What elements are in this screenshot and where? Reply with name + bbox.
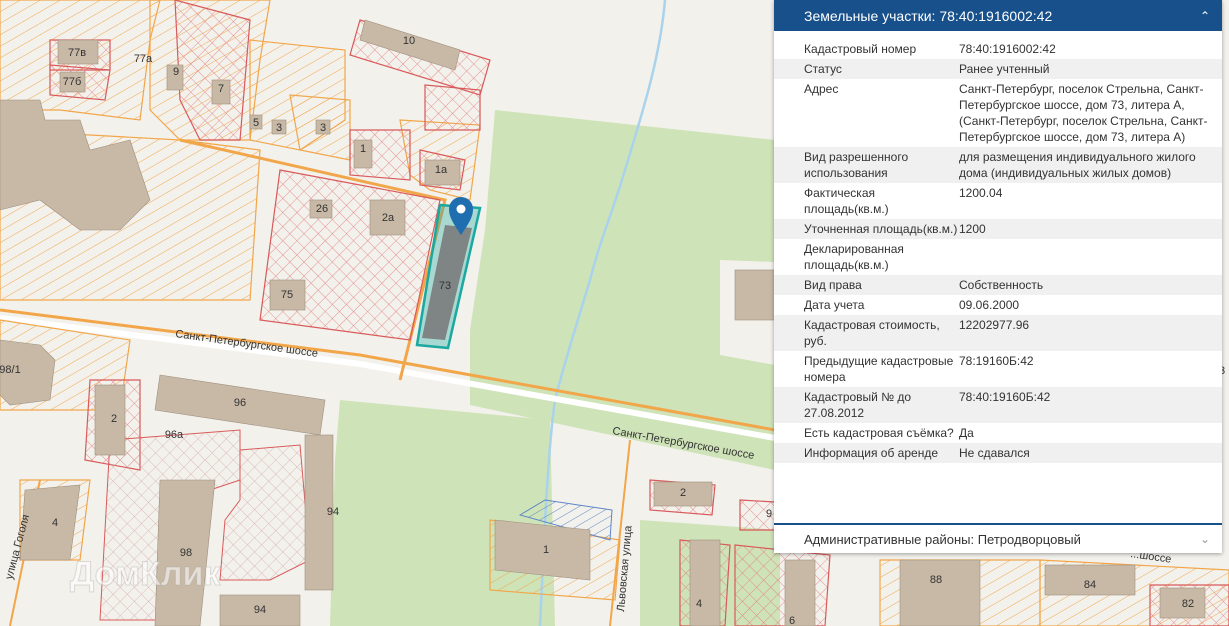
building-number: 94 <box>254 604 266 616</box>
building-number: 2 <box>111 413 117 425</box>
building-number: 75 <box>281 289 293 301</box>
building-number: 96 <box>234 397 246 409</box>
attribute-value: 1200 <box>959 222 986 236</box>
attribute-value: Санкт-Петербург, поселок Стрельна, Санкт… <box>959 82 1208 144</box>
panel-header[interactable]: Земельные участки: 78:40:1916002:42 ⌃ <box>774 0 1222 31</box>
panel-title: Земельные участки: 78:40:1916002:42 <box>804 7 1053 24</box>
info-panel: Земельные участки: 78:40:1916002:42 ⌃ Ка… <box>774 0 1222 553</box>
building-number: 88 <box>930 574 942 586</box>
building-number: 1 <box>543 544 549 556</box>
building-number: 1а <box>435 164 448 176</box>
attribute-key: Статус <box>804 62 842 76</box>
building-number: 96а <box>165 429 184 441</box>
attribute-value: для размещения индивидуального жилого до… <box>959 150 1196 180</box>
attribute-value: Ранее учтенный <box>959 62 1050 76</box>
attribute-row: Информация об аренде Не сдавался <box>774 443 1222 463</box>
attribute-key: Кадастровый № до 27.08.2012 <box>804 390 912 420</box>
attribute-key: Дата учета <box>804 298 865 312</box>
building-number: 10 <box>403 35 415 47</box>
attribute-row: Кадастровая стоимость, руб. 12202977.96 <box>774 315 1222 351</box>
building-number: 6 <box>789 615 795 626</box>
attribute-key: Предыдущие кадастровые номера <box>804 354 954 384</box>
attribute-row: Статус Ранее учтенный <box>774 59 1222 79</box>
panel-footer[interactable]: Административные районы: Петродворцовый … <box>774 523 1222 553</box>
building-number: 77б <box>63 76 82 88</box>
attribute-key: Информация об аренде <box>804 446 939 460</box>
attribute-row: Дата учета 09.06.2000 <box>774 295 1222 315</box>
building-number: 94 <box>327 506 339 518</box>
attribute-key: Есть кадастровая съёмка? <box>804 426 954 440</box>
attribute-row: Кадастровый номер 78:40:1916002:42 <box>774 39 1222 59</box>
attribute-row: Вид права Собственность <box>774 275 1222 295</box>
building-number: 3 <box>320 122 326 134</box>
attribute-key: Вид разрешенного использования <box>804 150 909 180</box>
building-number: 98/1 <box>0 364 21 376</box>
attribute-key: Адрес <box>804 82 839 96</box>
attribute-value <box>959 241 1209 273</box>
attribute-table: Кадастровый номер 78:40:1916002:42 Статус Р… <box>774 31 1222 463</box>
attribute-value: 1200.04 <box>959 186 1003 200</box>
attribute-row: Адрес Санкт-Петербург, поселок Стрельна, … <box>774 79 1222 147</box>
building-number: 4 <box>696 598 702 610</box>
building-number: 73 <box>439 280 451 292</box>
watermark: ДомКлик <box>70 555 221 593</box>
attribute-key: Кадастровая стоимость, руб. <box>804 318 940 348</box>
attribute-value: 78:40:19160Б:42 <box>959 390 1051 404</box>
building-number: 2 <box>680 487 686 499</box>
attribute-row: Уточненная площадь(кв.м.) 1200 <box>774 219 1222 239</box>
attribute-row: Кадастровый № до 27.08.2012 78:40:19160Б:… <box>774 387 1222 423</box>
attribute-key: Кадастровый номер <box>804 42 917 56</box>
building-number: 1 <box>360 143 366 155</box>
attribute-value: Собственность <box>959 278 1044 292</box>
building-number: 7 <box>218 83 224 95</box>
footer-title: Административные районы: Петродворцовый <box>804 531 1081 547</box>
attribute-row: Есть кадастровая съёмка? Да <box>774 423 1222 443</box>
building-number: 5 <box>253 117 259 129</box>
building-number: 2а <box>382 212 395 224</box>
attribute-value: 78:19160Б:42 <box>959 354 1034 368</box>
building-number: 9 <box>766 508 772 520</box>
attribute-row: Декларированная площадь(кв.м.) <box>774 239 1222 275</box>
building-number: 84 <box>1084 579 1096 591</box>
attribute-value: Да <box>959 426 974 440</box>
building-number: 4 <box>52 517 58 529</box>
attribute-row: Вид разрешенного использования для размещ… <box>774 147 1222 183</box>
attribute-row: Предыдущие кадастровые номера 78:19160Б:4… <box>774 351 1222 387</box>
attribute-key: Вид права <box>804 278 862 292</box>
attribute-key: Декларированная площадь(кв.м.) <box>804 242 904 272</box>
attribute-key: Фактическая площадь(кв.м.) <box>804 186 889 216</box>
attribute-value: 12202977.96 <box>959 318 1030 332</box>
chevron-up-icon[interactable]: ⌃ <box>1200 9 1210 23</box>
attribute-value: 09.06.2000 <box>959 298 1020 312</box>
building-number: 26 <box>316 203 328 215</box>
attribute-value: 78:40:1916002:42 <box>959 42 1056 56</box>
attribute-value: Не сдавался <box>959 446 1030 460</box>
building-number: 9 <box>173 66 179 78</box>
building-number: 82 <box>1182 598 1194 610</box>
chevron-down-icon[interactable]: ⌄ <box>1200 532 1210 546</box>
attribute-row: Фактическая площадь(кв.м.) 1200.04 <box>774 183 1222 219</box>
building-number: 77а <box>134 53 153 65</box>
building-number: 77в <box>68 47 86 59</box>
attribute-key: Уточненная площадь(кв.м.) <box>804 222 958 236</box>
building-number: 3 <box>276 122 282 134</box>
